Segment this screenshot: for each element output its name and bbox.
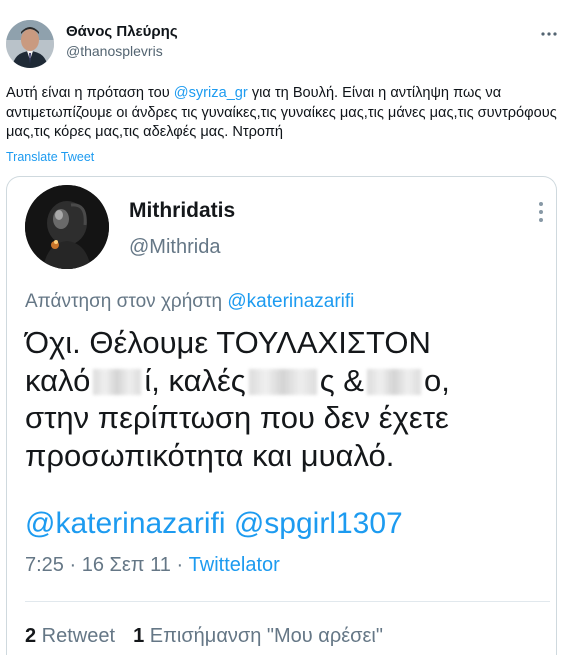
embedded-line-2: καλό ί, καλές ς & ο, (25, 362, 555, 400)
reply-to-line: Απάντηση στον χρήστη @katerinazarifi (25, 291, 354, 313)
divider (25, 601, 550, 602)
author-avatar[interactable] (6, 20, 54, 68)
redacted-word (93, 369, 142, 396)
embedded-line-1: Όχι. Θέλουμε ΤΟΥΛΑΧΙΣΤΟΝ (25, 325, 431, 360)
reply-mention: @katerinazarifi (227, 291, 355, 312)
reply-prefix: Απάντηση στον χρήστη (25, 291, 228, 312)
author-handle[interactable]: @thanosplevris (66, 43, 163, 59)
tweet: Θάνος Πλεύρης @thanosplevris Αυτή είναι … (0, 0, 563, 655)
more-vertical-icon (536, 197, 546, 227)
embedded-author-handle: @Mithrida (129, 236, 221, 258)
redacted-word (248, 369, 317, 396)
embedded-avatar (25, 185, 109, 269)
embedded-time: 7:25 · 16 Σεπ 11 · (25, 554, 189, 576)
embedded-meta: 7:25 · 16 Σεπ 11 · Twittelator (25, 554, 280, 577)
tweet-mention-link[interactable]: @syriza_gr (174, 85, 248, 101)
redacted-word (366, 369, 421, 396)
more-horizontal-icon[interactable] (539, 24, 559, 44)
like-count: 1 (133, 625, 145, 647)
embedded-app: Twittelator (188, 554, 280, 576)
embedded-line-2-d: ο, (423, 362, 450, 398)
embedded-line-2-c: ς & (319, 362, 364, 398)
embedded-mentions: @katerinazarifi @spgirl1307 (25, 507, 403, 540)
embedded-line-4: προσωπικότητα και μυαλό. (25, 437, 395, 473)
embedded-stats: 2 Retweet 1 Επισήμανση "Μου αρέσει" (25, 625, 383, 648)
embedded-tweet-screenshot[interactable]: Mithridatis @Mithrida Απάντηση στον χρήσ… (6, 176, 557, 655)
like-label: Επισήμανση "Μου αρέσει" (144, 625, 383, 647)
translate-tweet-link[interactable]: Translate Tweet (6, 150, 94, 164)
embedded-line-2-a: καλό (25, 362, 91, 398)
embedded-tweet-text: Όχι. Θέλουμε ΤΟΥΛΑΧΙΣΤΟΝ καλό ί, καλές ς &… (25, 324, 555, 474)
embedded-line-2-b: ί, καλές (144, 362, 246, 398)
retweet-count: 2 (25, 625, 37, 647)
author-name[interactable]: Θάνος Πλεύρης (66, 23, 178, 40)
tweet-text: Αυτή είναι η πρόταση του @syriza_gr για … (6, 84, 558, 143)
embedded-line-3: στην περίπτωση που δεν έχετε (25, 400, 449, 435)
retweet-label: Retweet (36, 625, 116, 647)
tweet-text-part1: Αυτή είναι η πρόταση του (6, 85, 174, 101)
embedded-author-name: Mithridatis (129, 199, 236, 222)
